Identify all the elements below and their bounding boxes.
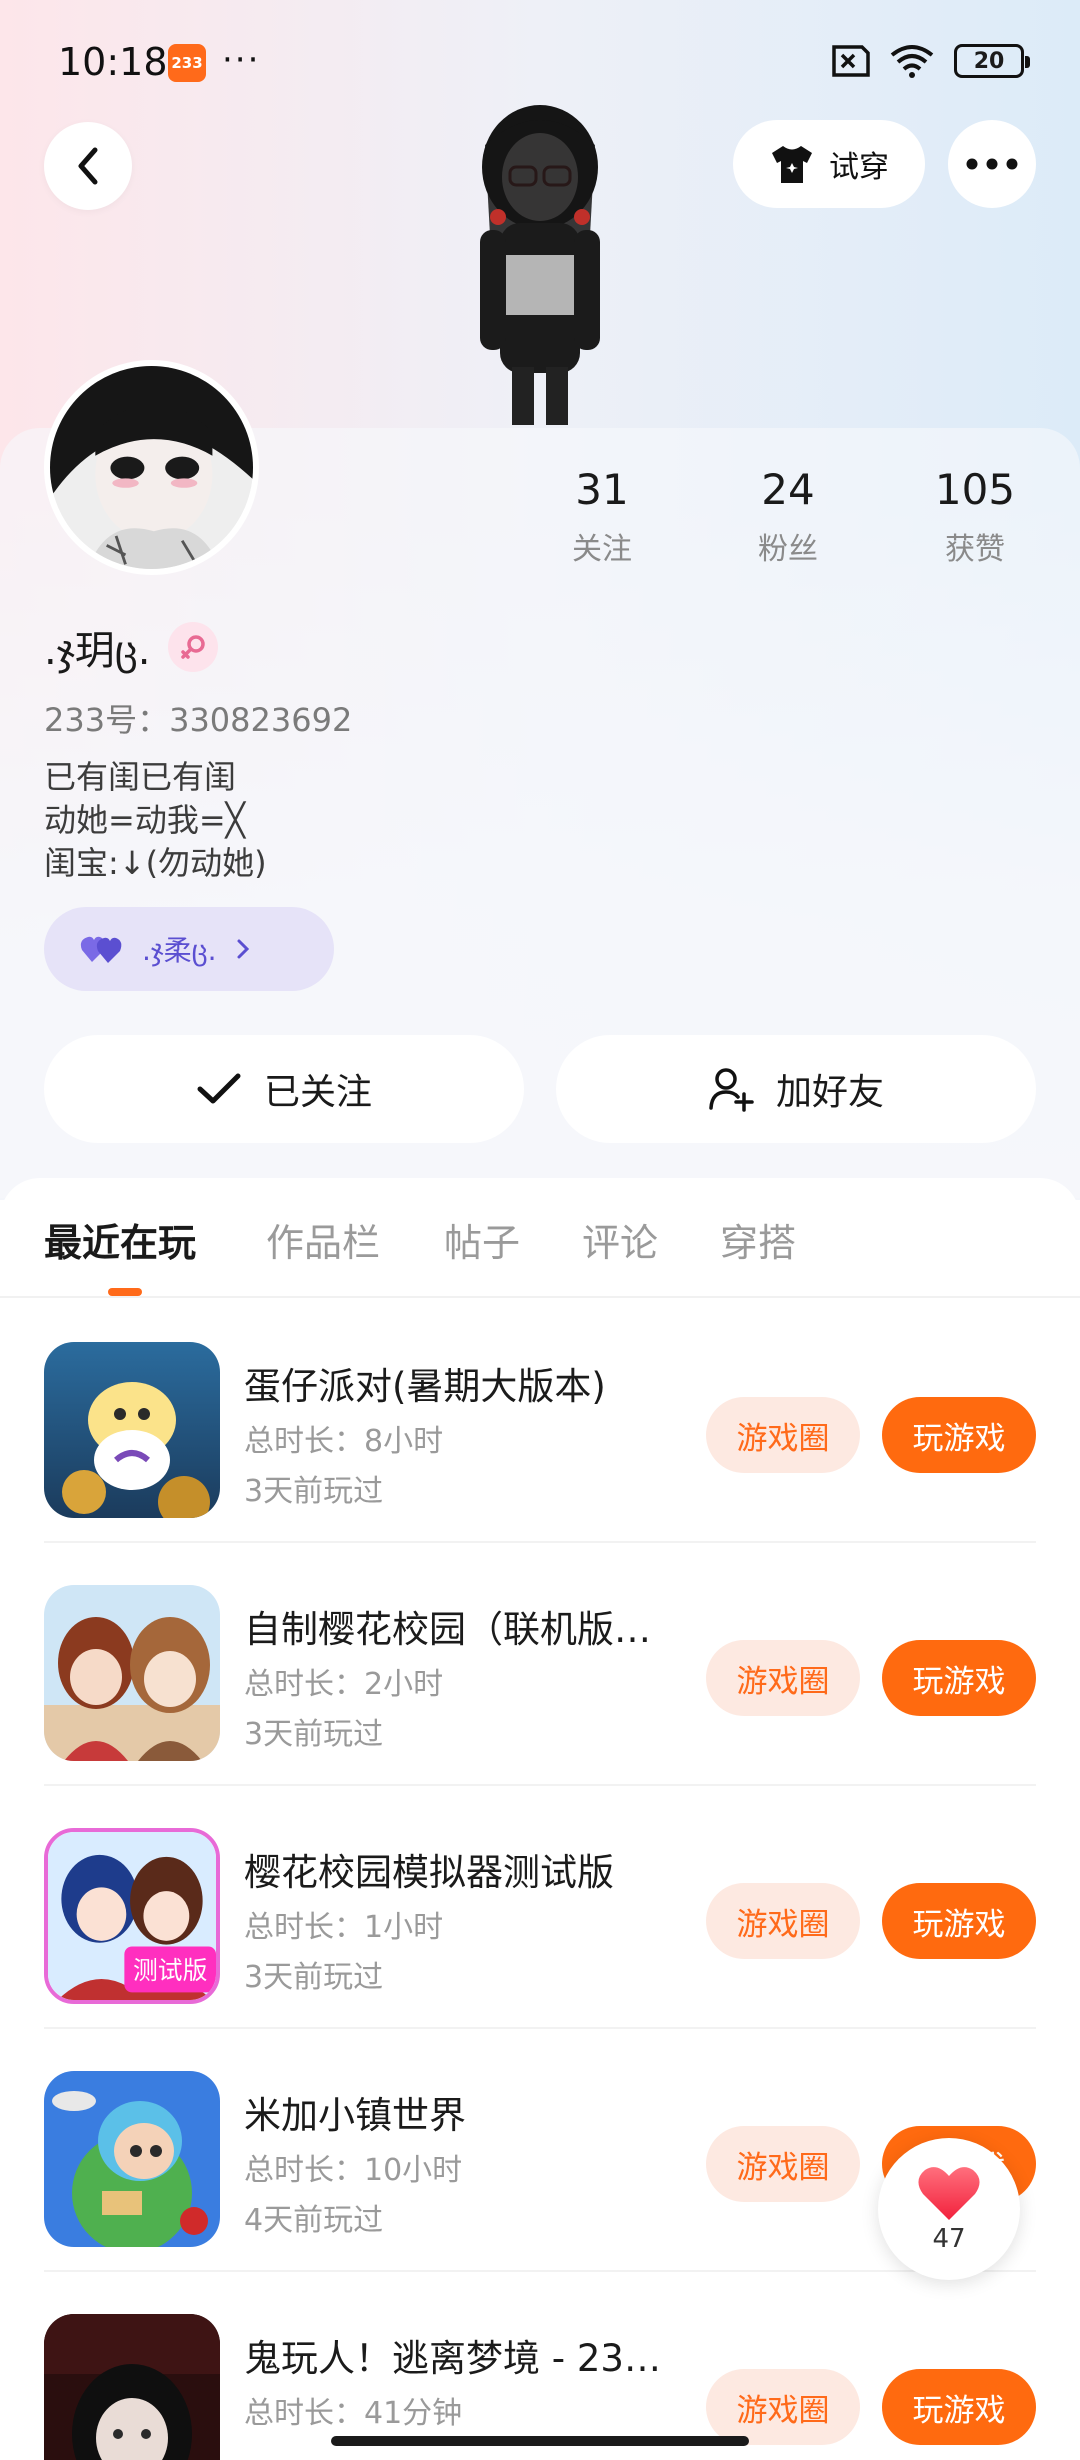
tab-works[interactable]: 作品栏 <box>266 1212 380 1267</box>
stat-value: 105 <box>934 465 1016 514</box>
game-icon[interactable]: 测试版 <box>44 1828 220 2004</box>
heart-icon <box>918 2167 980 2220</box>
status-icons: 20 <box>826 44 1030 78</box>
back-button[interactable] <box>44 122 132 210</box>
try-on-button[interactable]: 试穿 <box>733 120 925 208</box>
game-last-played: 3天前玩过 <box>244 1474 384 1509</box>
game-playtime: 总时长：1小时 <box>244 1910 444 1945</box>
game-playtime: 总时长：41分钟 <box>244 2396 463 2431</box>
game-row[interactable]: 自制樱花校园（联机版… 总时长：2小时 3天前玩过 游戏圈 玩游戏 <box>44 1543 1036 1786</box>
home-indicator[interactable] <box>331 2436 749 2446</box>
game-icon[interactable] <box>44 2071 220 2247</box>
wifi-icon <box>890 45 934 78</box>
profile-tabs: 最近在玩 作品栏 帖子 评论 穿搭 <box>0 1178 1080 1298</box>
chevron-right-icon <box>237 939 249 959</box>
nickname: .ჯ玥ც. <box>44 618 219 676</box>
game-icon[interactable] <box>44 1342 220 1518</box>
stat-label: 获赞 <box>945 532 1005 567</box>
game-row[interactable]: 鬼玩人！逃离梦境 - 23… 总时长：41分钟 游戏圈 玩游戏 <box>44 2272 1036 2460</box>
avatar[interactable] <box>44 360 259 575</box>
stat-label: 粉丝 <box>758 532 818 567</box>
stat-following[interactable]: 31 关注 <box>522 465 682 568</box>
female-gender-icon <box>168 622 219 672</box>
stat-value: 24 <box>761 465 815 514</box>
tab-comments[interactable]: 评论 <box>582 1212 658 1267</box>
relation-chip[interactable]: .ჯ柔ც. <box>44 907 334 991</box>
game-title: 米加小镇世界 <box>244 2094 466 2137</box>
followed-button[interactable]: 已关注 <box>44 1035 524 1143</box>
game-row[interactable]: 蛋仔派对(暑期大版本) 总时长：8小时 3天前玩过 游戏圈 玩游戏 <box>44 1300 1036 1543</box>
game-title: 蛋仔派对(暑期大版本) <box>244 1365 606 1408</box>
more-icon <box>966 158 1018 170</box>
stat-likes[interactable]: 105 获赞 <box>895 465 1055 568</box>
like-count: 47 <box>932 2224 966 2254</box>
status-bar: 10:18 233 ··· 20 <box>0 0 1080 120</box>
more-notifications-icon: ··· <box>222 40 261 80</box>
bio-line: 动她=动我=╳ <box>44 801 245 839</box>
tab-recently-played[interactable]: 最近在玩 <box>44 1212 196 1267</box>
tab-indicator <box>108 1288 142 1296</box>
status-time: 10:18 <box>58 40 168 84</box>
game-title: 樱花校园模拟器测试版 <box>244 1851 614 1894</box>
user-id: 233号：330823692 <box>44 701 353 739</box>
add-user-icon <box>709 1068 754 1112</box>
game-circle-button[interactable]: 游戏圈 <box>706 1883 860 1959</box>
game-last-played: 3天前玩过 <box>244 1960 384 1995</box>
stat-value: 31 <box>575 465 629 514</box>
tshirt-icon <box>772 146 812 183</box>
svg-text:测试版: 测试版 <box>133 1956 207 1985</box>
game-title: 自制樱花校园（联机版… <box>244 1608 651 1651</box>
app-badge-icon: 233 <box>168 44 206 82</box>
game-circle-button[interactable]: 游戏圈 <box>706 1640 860 1716</box>
stat-followers[interactable]: 24 粉丝 <box>708 465 868 568</box>
game-playtime: 总时长：2小时 <box>244 1667 444 1702</box>
battery-icon: 20 <box>954 44 1030 78</box>
game-circle-button[interactable]: 游戏圈 <box>706 1397 860 1473</box>
game-playtime: 总时长：8小时 <box>244 1424 444 1459</box>
tab-posts[interactable]: 帖子 <box>444 1212 520 1267</box>
game-last-played: 4天前玩过 <box>244 2203 384 2238</box>
checkmark-icon <box>197 1073 241 1104</box>
bio: 已有闺已有闺 动她=动我=╳ 闺宝:↓(勿动她) <box>44 756 267 885</box>
relation-label: .ჯ柔ც. <box>142 934 217 967</box>
bio-line: 闺宝:↓(勿动她) <box>44 844 267 882</box>
add-friend-button[interactable]: 加好友 <box>556 1035 1036 1143</box>
chevron-left-icon <box>78 147 98 185</box>
like-floating-button[interactable]: 47 <box>878 2138 1020 2280</box>
followed-label: 已关注 <box>263 1072 372 1113</box>
play-game-button[interactable]: 玩游戏 <box>882 1640 1036 1716</box>
avatar-image <box>50 366 253 569</box>
double-heart-icon <box>80 936 122 963</box>
game-icon[interactable] <box>44 2314 220 2460</box>
game-circle-button[interactable]: 游戏圈 <box>706 2369 860 2445</box>
add-friend-label: 加好友 <box>775 1072 884 1113</box>
character-avatar-figure[interactable] <box>440 105 640 430</box>
bio-line: 已有闺已有闺 <box>44 758 237 796</box>
play-game-button[interactable]: 玩游戏 <box>882 1397 1036 1473</box>
game-icon[interactable] <box>44 1585 220 1761</box>
game-circle-button[interactable]: 游戏圈 <box>706 2126 860 2202</box>
game-last-played: 3天前玩过 <box>244 1717 384 1752</box>
play-game-button[interactable]: 玩游戏 <box>882 2369 1036 2445</box>
character-figure-image <box>480 105 600 425</box>
sim-x-icon <box>832 45 870 77</box>
nickname-text: .ჯ玥ც. <box>44 628 151 674</box>
play-game-button[interactable]: 玩游戏 <box>882 1883 1036 1959</box>
game-row[interactable]: 测试版 樱花校园模拟器测试版 总时长：1小时 3天前玩过 游戏圈 玩游戏 <box>44 1786 1036 2029</box>
game-title: 鬼玩人！逃离梦境 - 23… <box>244 2337 661 2380</box>
game-playtime: 总时长：10小时 <box>244 2153 463 2188</box>
tab-outfits[interactable]: 穿搭 <box>720 1212 796 1267</box>
stat-label: 关注 <box>572 532 632 567</box>
more-options-button[interactable] <box>948 120 1036 208</box>
try-on-label: 试穿 <box>829 150 889 185</box>
